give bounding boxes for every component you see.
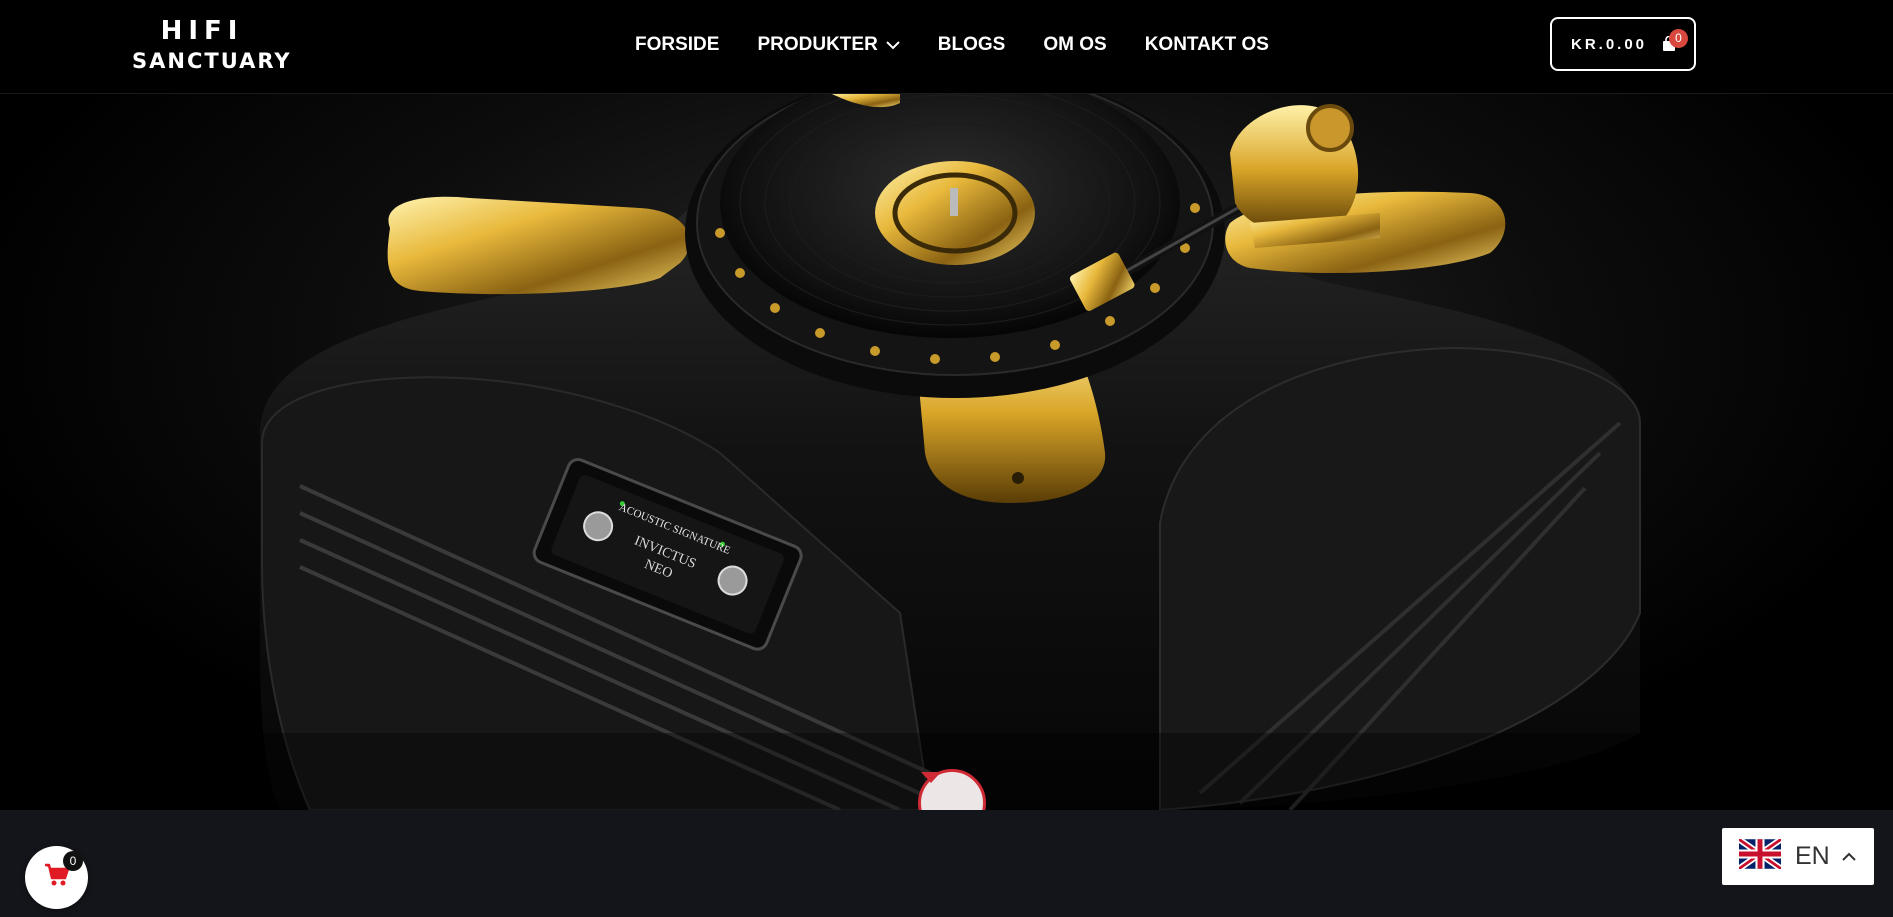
floating-cart-button[interactable]: 0 xyxy=(25,846,88,909)
nav-produkter-label: PRODUKTER xyxy=(757,34,878,55)
header-cart-button[interactable]: KR.0.00 0 xyxy=(1550,17,1696,71)
hero-banner: ACOUSTIC SIGNATURE INVICTUS NEO xyxy=(0,93,1893,810)
nav-kontakt-os[interactable]: KONTAKT OS xyxy=(1145,34,1269,56)
turntable-hero-image: ACOUSTIC SIGNATURE INVICTUS NEO xyxy=(0,93,1893,810)
floating-cart-count: 0 xyxy=(63,851,83,871)
uk-flag-icon xyxy=(1737,836,1783,874)
logo-line-1: HIFI xyxy=(160,16,244,46)
nav-blogs[interactable]: BLOGS xyxy=(938,34,1006,56)
cart-count-badge: 0 xyxy=(1669,29,1688,48)
nav-om-os[interactable]: OM OS xyxy=(1043,34,1106,56)
chevron-up-icon xyxy=(1842,852,1856,861)
site-header: HIFI SANCTUARY FORSIDE PRODUKTER BLOGS O… xyxy=(0,0,1893,94)
site-logo[interactable]: HIFI SANCTUARY xyxy=(132,16,292,76)
logo-line-2: SANCTUARY xyxy=(132,49,292,73)
cart-total: KR.0.00 xyxy=(1571,35,1648,53)
nav-forside[interactable]: FORSIDE xyxy=(635,34,719,56)
language-label: EN xyxy=(1795,842,1830,870)
nav-produkter[interactable]: PRODUKTER xyxy=(757,34,900,56)
main-nav: FORSIDE PRODUKTER BLOGS OM OS KONTAKT OS xyxy=(635,34,1269,56)
language-switcher[interactable]: EN xyxy=(1722,828,1874,885)
chevron-down-icon xyxy=(886,40,900,50)
